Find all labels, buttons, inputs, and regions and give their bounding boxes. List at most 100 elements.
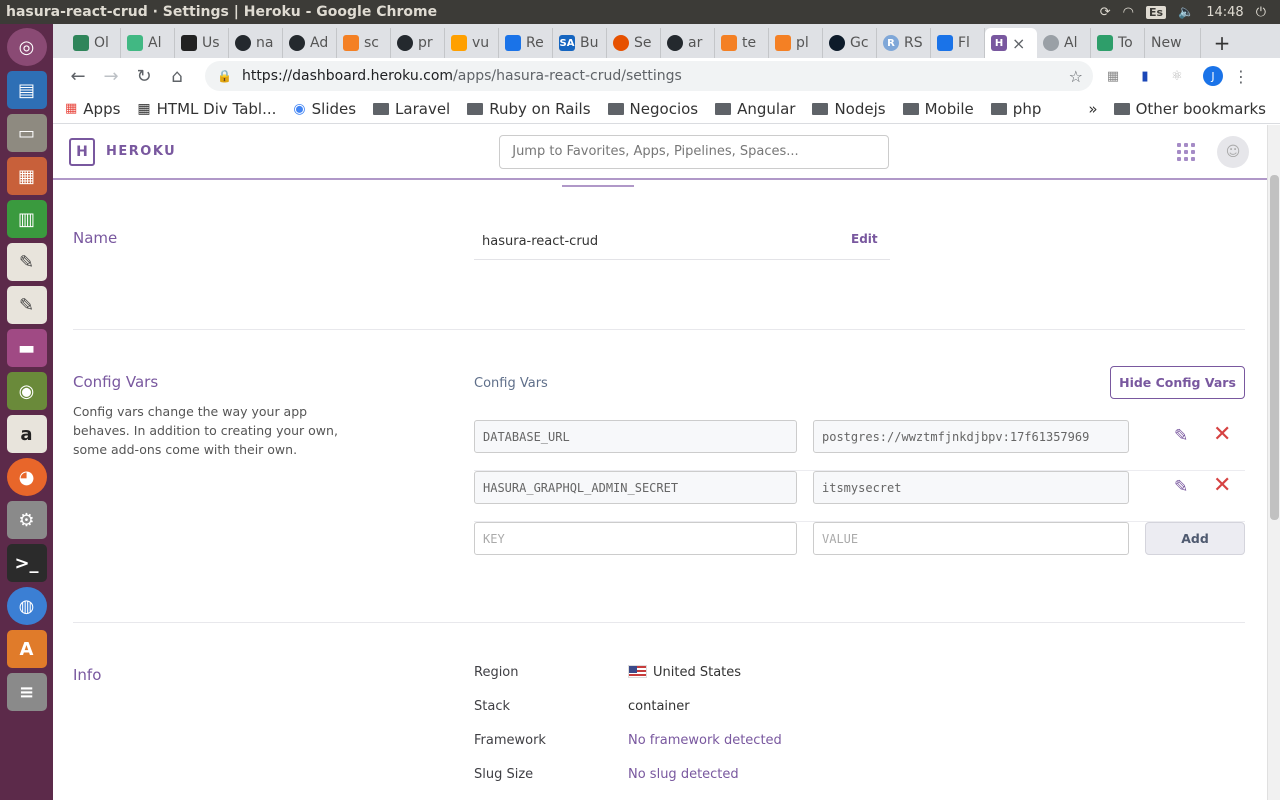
folder-icon — [715, 102, 732, 115]
wifi-icon[interactable]: ◠ — [1123, 5, 1134, 20]
settings-icon[interactable]: ⚙ — [6, 501, 47, 539]
browser-tab[interactable]: ar — [661, 28, 715, 58]
text-editor-2-icon[interactable]: ✎ — [6, 286, 47, 324]
bookmark-item[interactable]: ◉ Slides — [293, 100, 356, 118]
browser-tab[interactable]: Se — [607, 28, 661, 58]
pencil-icon[interactable]: ✎ — [1174, 426, 1188, 446]
browser-tab[interactable]: Us — [175, 28, 229, 58]
file-manager-icon[interactable]: ▭ — [6, 114, 47, 152]
browser-tab[interactable]: sc — [337, 28, 391, 58]
browser-tab[interactable]: SA Bu — [553, 28, 607, 58]
heroku-icon: H — [991, 35, 1007, 51]
info-value-slug-size: No slug detected — [628, 767, 739, 782]
browser-tab[interactable]: Ad — [283, 28, 337, 58]
config-value-field[interactable]: postgres://wwztmfjnkdjbpv:17f61357969 — [813, 420, 1129, 453]
scrollbar-thumb[interactable] — [1270, 175, 1279, 520]
browser-tab[interactable]: Ol — [67, 28, 121, 58]
config-key-field[interactable]: DATABASE_URL — [474, 420, 797, 453]
writer-document-icon[interactable]: ▤ — [6, 71, 47, 109]
delete-x-icon[interactable]: ✕ — [1213, 422, 1231, 447]
bookmark-apps[interactable]: ▦ Apps — [65, 100, 120, 118]
pencil-icon[interactable]: ✎ — [1174, 477, 1188, 497]
browser-tab[interactable]: vu — [445, 28, 499, 58]
calc-icon[interactable]: ▥ — [6, 200, 47, 238]
clock[interactable]: 14:48 — [1206, 5, 1243, 20]
github-icon — [289, 35, 305, 51]
page-scrollbar[interactable] — [1267, 125, 1280, 800]
workspace-switcher-icon[interactable]: ▬ — [6, 329, 47, 367]
bookmark-other-folder[interactable]: Other bookmarks — [1113, 100, 1266, 118]
reload-icon[interactable]: ↻ — [129, 61, 159, 91]
user-avatar[interactable]: ☺ — [1217, 135, 1249, 168]
heroku-header: H HEROKU Jump to Favorites, Apps, Pipeli… — [53, 125, 1267, 180]
software-center-icon[interactable]: A — [6, 630, 47, 668]
forward-arrow-icon[interactable]: → — [96, 61, 126, 91]
lock-icon[interactable]: 🔒 — [217, 69, 232, 83]
heroku-logo-icon[interactable]: H — [69, 137, 95, 166]
browser-tab[interactable]: Re — [499, 28, 553, 58]
image-viewer-icon[interactable]: ◉ — [6, 372, 47, 410]
bookmark-item[interactable]: ▦ HTML Div Tabl... — [137, 100, 276, 118]
bookmark-star-icon[interactable]: ☆ — [1069, 67, 1083, 86]
bookmark-folder[interactable]: php — [990, 100, 1041, 118]
heroku-brand[interactable]: HEROKU — [106, 144, 176, 159]
apps-grid-icon[interactable] — [1177, 142, 1195, 161]
sync-icon[interactable]: ⟳ — [1100, 5, 1111, 20]
new-tab-button[interactable]: + — [1207, 28, 1237, 58]
volume-icon[interactable]: 🔈 — [1178, 5, 1194, 20]
chrome-menu-icon[interactable]: ⋮ — [1233, 67, 1249, 86]
browser-tab[interactable]: Fl — [931, 28, 985, 58]
bookmark-folder[interactable]: Ruby on Rails — [467, 100, 591, 118]
react-devtools-icon[interactable]: ⚛ — [1165, 64, 1189, 88]
new-key-input[interactable]: KEY — [474, 522, 797, 555]
edit-name-button[interactable]: Edit — [851, 232, 878, 246]
bookmark-folder[interactable]: Angular — [715, 100, 795, 118]
extension-icon[interactable]: ▮ — [1133, 64, 1157, 88]
home-icon[interactable]: ⌂ — [162, 61, 192, 91]
browser-tab[interactable]: To — [1091, 28, 1145, 58]
amazon-icon[interactable]: a — [6, 415, 47, 453]
terminal-icon[interactable]: >_ — [6, 544, 47, 582]
stackoverflow-icon — [775, 35, 791, 51]
chrome-icon[interactable]: ◍ — [6, 587, 47, 625]
browser-tab[interactable]: New — [1145, 28, 1201, 58]
impress-icon[interactable]: ▦ — [6, 157, 47, 195]
browser-tab[interactable]: pl — [769, 28, 823, 58]
add-config-var-button[interactable]: Add — [1145, 522, 1245, 555]
browser-tab[interactable]: Gc — [823, 28, 877, 58]
bookmarks-overflow-button[interactable]: » — [1088, 100, 1097, 118]
close-tab-icon[interactable]: × — [1012, 34, 1025, 53]
browser-tab[interactable]: pr — [391, 28, 445, 58]
firefox-icon[interactable]: ◕ — [6, 458, 47, 496]
info-label-region: Region — [474, 665, 519, 680]
back-arrow-icon[interactable]: ← — [63, 61, 93, 91]
browser-tab-active[interactable]: H × — [985, 28, 1037, 58]
browser-tab[interactable]: te — [715, 28, 769, 58]
browser-tab[interactable]: Al — [1037, 28, 1091, 58]
new-value-input[interactable]: VALUE — [813, 522, 1129, 555]
keyboard-layout-indicator[interactable]: Es — [1145, 5, 1167, 19]
hide-config-vars-button[interactable]: Hide Config Vars — [1110, 366, 1245, 399]
profile-avatar[interactable]: J — [1203, 66, 1223, 86]
address-bar[interactable]: 🔒 https://dashboard.heroku.com/apps/hasu… — [205, 61, 1093, 91]
extension-icon[interactable]: ▦ — [1101, 64, 1125, 88]
delete-x-icon[interactable]: ✕ — [1213, 473, 1231, 498]
info-label-slug-size: Slug Size — [474, 767, 534, 782]
tab-label: Fl — [958, 35, 970, 51]
search-input[interactable]: Jump to Favorites, Apps, Pipelines, Spac… — [499, 134, 890, 169]
more-apps-icon[interactable]: ≡ — [6, 673, 47, 711]
bookmark-folder[interactable]: Nodejs — [812, 100, 886, 118]
os-top-panel: hasura-react-crud · Settings | Heroku - … — [0, 0, 1280, 24]
bookmark-folder[interactable]: Mobile — [902, 100, 974, 118]
config-value-field[interactable]: itsmysecret — [813, 471, 1129, 504]
bookmark-folder[interactable]: Laravel — [373, 100, 450, 118]
text-editor-icon[interactable]: ✎ — [6, 243, 47, 281]
tab-label: Ol — [94, 35, 109, 51]
browser-tab[interactable]: R RS — [877, 28, 931, 58]
config-key-field[interactable]: HASURA_GRAPHQL_ADMIN_SECRET — [474, 471, 797, 504]
bookmark-folder[interactable]: Negocios — [607, 100, 698, 118]
power-icon[interactable]: ⏻ — [1256, 5, 1266, 20]
browser-tab[interactable]: Al — [121, 28, 175, 58]
ubuntu-dash-icon[interactable]: ◎ — [6, 28, 47, 66]
browser-tab[interactable]: na — [229, 28, 283, 58]
